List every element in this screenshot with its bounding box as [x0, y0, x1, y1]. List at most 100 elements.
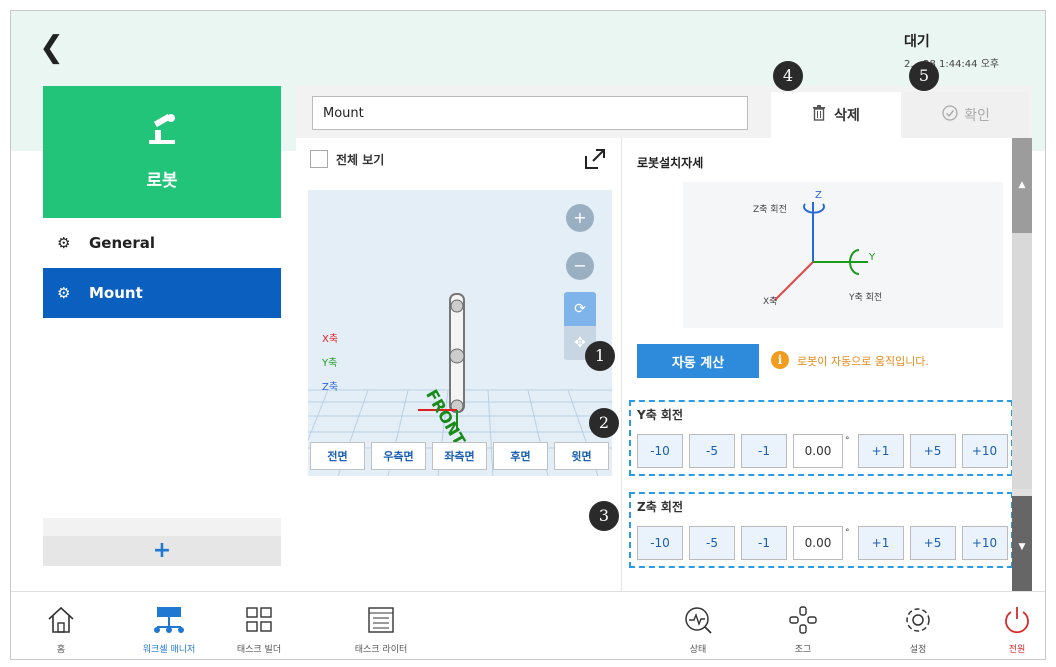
- z-rotation-minus1-button[interactable]: -1: [741, 526, 787, 560]
- nav-label: 태스크 빌더: [236, 645, 282, 655]
- scroll-down-icon[interactable]: ▼: [1012, 496, 1032, 601]
- full-view-toggle[interactable]: 전체 보기: [310, 150, 384, 168]
- nav-label: 홈: [56, 645, 66, 655]
- gear-icon: [873, 600, 963, 640]
- info-icon: i: [771, 351, 789, 369]
- view-left-button[interactable]: 좌측면: [432, 442, 487, 470]
- nav-label: 상태: [689, 645, 707, 655]
- nav-power[interactable]: 전원: [972, 600, 1045, 655]
- robot-3d-viewer[interactable]: FRONT + − ⟳ ✥ X축 Y축 Z축: [308, 190, 612, 476]
- name-input[interactable]: [312, 96, 748, 130]
- nav-home[interactable]: 홈: [16, 600, 106, 655]
- annotation-marker-3: 3: [589, 501, 619, 531]
- axis-label-x: X축: [322, 334, 339, 345]
- rotate-icon[interactable]: ⟳: [564, 292, 596, 326]
- confirm-label: 확인: [964, 108, 990, 124]
- z-rotation-minus5-button[interactable]: -5: [689, 526, 735, 560]
- view-top-button[interactable]: 윗면: [554, 442, 609, 470]
- axis-label-z: Z축: [322, 382, 339, 393]
- content-panel: 삭제 확인 전체 보기: [296, 86, 1032, 601]
- sidebar-item-general[interactable]: ⚙ General: [43, 218, 281, 268]
- z-rotation-title: Z축 회전: [637, 500, 683, 514]
- mount-section-title: 로봇설치자세: [637, 156, 704, 170]
- viewer-pane: 전체 보기 FRONT + − ⟳ ✥ X축 Y축 Z축 전면 우측면 좌측면 …: [296, 138, 622, 601]
- z-rotation-plus1-button[interactable]: +1: [857, 526, 904, 560]
- confirm-button[interactable]: 확인: [903, 92, 1029, 138]
- power-icon: [972, 600, 1045, 640]
- diagram-y-axis: Y: [868, 252, 876, 263]
- check-circle-icon: [942, 105, 958, 125]
- diagram-x-axis: X축: [763, 296, 777, 307]
- expand-icon[interactable]: [584, 148, 606, 175]
- y-rotation-minus5-button[interactable]: -5: [689, 434, 735, 468]
- annotation-marker-4: 4: [773, 61, 803, 91]
- sidebar-item-mount[interactable]: ⚙ Mount: [43, 268, 281, 318]
- view-back-button[interactable]: 후면: [493, 442, 548, 470]
- add-item-button[interactable]: +: [43, 536, 281, 566]
- sidebar-header-robot[interactable]: 로봇: [43, 86, 281, 218]
- y-rotation-plus10-button[interactable]: +10: [961, 434, 1008, 468]
- auto-calc-info: 로봇이 자동으로 움직입니다.: [797, 355, 929, 368]
- y-rotation-plus1-button[interactable]: +1: [857, 434, 904, 468]
- nav-jog[interactable]: 조그: [758, 600, 848, 655]
- view-right-button[interactable]: 우측면: [371, 442, 426, 470]
- nav-label: 전원: [1008, 645, 1026, 655]
- settings-scrollbar[interactable]: ▲ ▼: [1012, 138, 1032, 601]
- nav-label: 워크셀 매니저: [142, 645, 196, 655]
- nav-task-builder[interactable]: 태스크 빌더: [214, 600, 304, 655]
- robot-mount-icon: ⚙: [57, 284, 71, 302]
- z-rotation-plus5-button[interactable]: +5: [909, 526, 956, 560]
- task-writer-icon: [336, 600, 426, 640]
- annotation-marker-1: 1: [585, 341, 615, 371]
- robot-arm-icon: [43, 86, 281, 154]
- bottom-nav: 홈 워크셀 매니저 태스크 빌더 태스크 라이터 상태 조그 설정 전원: [11, 591, 1045, 659]
- z-rotation-group: Z축 회전 -10 -5 -1 0.00 ° +1 +5 +10: [629, 492, 1013, 568]
- mount-axis-diagram: Z Y Z축 회전 Y축 회전 X축: [683, 182, 1003, 328]
- axis-diagram-icon: Z Y Z축 회전 Y축 회전 X축: [753, 190, 882, 307]
- annotation-marker-5: 5: [909, 61, 939, 91]
- trash-icon: [812, 105, 826, 125]
- scroll-up-icon[interactable]: ▲: [1012, 138, 1032, 233]
- nav-task-writer[interactable]: 태스크 라이터: [336, 600, 426, 655]
- zoom-in-icon[interactable]: +: [566, 204, 594, 232]
- home-icon: [16, 600, 106, 640]
- zoom-out-icon[interactable]: −: [566, 252, 594, 280]
- status-label: 대기: [904, 34, 930, 50]
- auto-calc-button[interactable]: 자동 계산: [637, 344, 759, 378]
- mount-settings-pane: 로봇설치자세 Z Y Z축 회전 Y축 회전 X축 자동 계산 i 로봇이 자동…: [623, 138, 1032, 601]
- sidebar: 로봇 ⚙ General ⚙ Mount +: [43, 86, 281, 566]
- annotation-marker-2: 2: [589, 408, 619, 438]
- view-buttons: 전면 우측면 좌측면 후면 윗면: [310, 442, 609, 470]
- y-rotation-minus1-button[interactable]: -1: [741, 434, 787, 468]
- nav-settings[interactable]: 설정: [873, 600, 963, 655]
- y-rotation-title: Y축 회전: [637, 408, 683, 422]
- scroll-track[interactable]: [1012, 233, 1032, 489]
- full-view-checkbox[interactable]: [310, 150, 328, 168]
- sidebar-empty-area: [43, 318, 281, 518]
- jog-icon: [758, 600, 848, 640]
- task-builder-icon: [214, 600, 304, 640]
- y-rotation-group: Y축 회전 -10 -5 -1 0.00 ° +1 +5 +10: [629, 400, 1013, 476]
- z-rotation-controls: -10 -5 -1 0.00 ° +1 +5 +10: [637, 526, 1014, 560]
- nav-label: 조그: [794, 645, 812, 655]
- z-rotation-plus10-button[interactable]: +10: [961, 526, 1008, 560]
- z-rotation-value[interactable]: 0.00: [793, 526, 843, 560]
- axis-label-y: Y축: [322, 358, 338, 369]
- nav-status[interactable]: 상태: [653, 600, 743, 655]
- back-button[interactable]: ❮: [39, 33, 64, 63]
- sidebar-item-label: General: [89, 234, 155, 252]
- z-rotation-minus10-button[interactable]: -10: [637, 526, 683, 560]
- chevron-left-icon: ❮: [39, 30, 65, 65]
- sidebar-item-label: Mount: [89, 284, 143, 302]
- delete-button[interactable]: 삭제: [771, 92, 901, 138]
- y-rotation-value[interactable]: 0.00: [793, 434, 843, 468]
- y-rotation-plus5-button[interactable]: +5: [909, 434, 956, 468]
- workcell-icon: [124, 600, 214, 640]
- app-window: ❮ 대기 2... 28 1:44:44 오후 로봇 ⚙ General ⚙ M…: [10, 10, 1046, 660]
- y-rotation-minus10-button[interactable]: -10: [637, 434, 683, 468]
- view-front-button[interactable]: 전면: [310, 442, 365, 470]
- nav-workcell-manager[interactable]: 워크셀 매니저: [124, 600, 214, 655]
- diagram-z-axis: Z: [815, 190, 822, 201]
- nav-label: 태스크 라이터: [354, 645, 408, 655]
- delete-label: 삭제: [834, 108, 860, 124]
